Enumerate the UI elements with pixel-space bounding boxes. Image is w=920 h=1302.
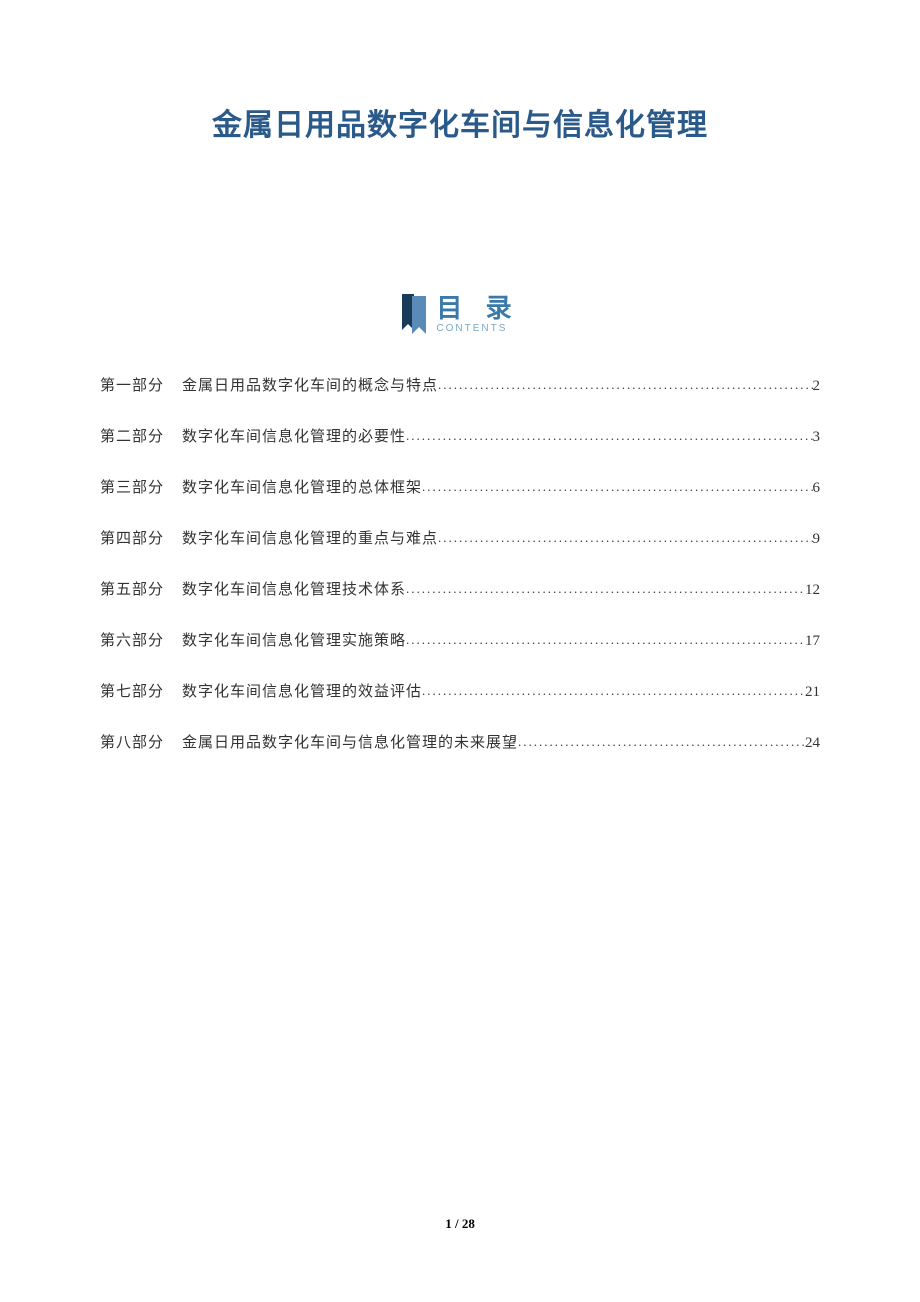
toc-header: 目 录 CONTENTS xyxy=(100,294,820,334)
toc-page-number: 17 xyxy=(805,633,820,650)
page-number: 1 / 28 xyxy=(0,1216,920,1232)
toc-page-number: 6 xyxy=(813,480,821,497)
toc-leader-dots: ........................................… xyxy=(422,479,812,495)
toc-part-label: 第八部分 xyxy=(100,731,164,752)
toc-label-group: 目 录 CONTENTS xyxy=(436,295,519,334)
toc-item[interactable]: 第六部分数字化车间信息化管理实施策略......................… xyxy=(100,629,820,650)
toc-page-number: 24 xyxy=(805,735,820,752)
toc-entry-title: 金属日用品数字化车间与信息化管理的未来展望 xyxy=(182,731,518,752)
toc-page-number: 2 xyxy=(813,378,821,395)
toc-entry-title: 数字化车间信息化管理的必要性 xyxy=(182,425,406,446)
toc-page-number: 21 xyxy=(805,684,820,701)
bookmark-icon xyxy=(400,294,428,334)
toc-leader-dots: ........................................… xyxy=(518,734,805,750)
toc-page-number: 9 xyxy=(813,531,821,548)
toc-leader-dots: ........................................… xyxy=(438,530,812,546)
toc-item[interactable]: 第一部分金属日用品数字化车间的概念与特点....................… xyxy=(100,374,820,395)
toc-part-label: 第三部分 xyxy=(100,476,164,497)
toc-entry-title: 数字化车间信息化管理实施策略 xyxy=(182,629,406,650)
toc-part-label: 第五部分 xyxy=(100,578,164,599)
toc-item[interactable]: 第七部分数字化车间信息化管理的效益评估.....................… xyxy=(100,680,820,701)
document-page: 金属日用品数字化车间与信息化管理 目 录 CONTENTS 第一部分金属日用品数… xyxy=(0,0,920,1302)
toc-item[interactable]: 第四部分数字化车间信息化管理的重点与难点....................… xyxy=(100,527,820,548)
document-title: 金属日用品数字化车间与信息化管理 xyxy=(100,100,820,144)
toc-sublabel: CONTENTS xyxy=(436,323,507,334)
toc-list: 第一部分金属日用品数字化车间的概念与特点....................… xyxy=(100,374,820,752)
toc-part-label: 第四部分 xyxy=(100,527,164,548)
toc-part-label: 第六部分 xyxy=(100,629,164,650)
toc-entry-title: 数字化车间信息化管理技术体系 xyxy=(182,578,406,599)
toc-leader-dots: ........................................… xyxy=(406,632,805,648)
page-sep: / xyxy=(452,1216,462,1231)
toc-entry-title: 数字化车间信息化管理的总体框架 xyxy=(182,476,422,497)
toc-part-label: 第二部分 xyxy=(100,425,164,446)
toc-item[interactable]: 第八部分金属日用品数字化车间与信息化管理的未来展望...............… xyxy=(100,731,820,752)
toc-part-label: 第一部分 xyxy=(100,374,164,395)
toc-part-label: 第七部分 xyxy=(100,680,164,701)
toc-page-number: 3 xyxy=(813,429,821,446)
toc-page-number: 12 xyxy=(805,582,820,599)
toc-leader-dots: ........................................… xyxy=(406,428,812,444)
toc-entry-title: 数字化车间信息化管理的效益评估 xyxy=(182,680,422,701)
toc-entry-title: 数字化车间信息化管理的重点与难点 xyxy=(182,527,438,548)
toc-leader-dots: ........................................… xyxy=(406,581,805,597)
page-total: 28 xyxy=(462,1216,475,1231)
toc-item[interactable]: 第五部分数字化车间信息化管理技术体系......................… xyxy=(100,578,820,599)
toc-entry-title: 金属日用品数字化车间的概念与特点 xyxy=(182,374,438,395)
toc-label: 目 录 xyxy=(436,295,519,321)
toc-item[interactable]: 第二部分数字化车间信息化管理的必要性......................… xyxy=(100,425,820,446)
toc-leader-dots: ........................................… xyxy=(422,683,805,699)
toc-leader-dots: ........................................… xyxy=(438,377,812,393)
toc-item[interactable]: 第三部分数字化车间信息化管理的总体框架.....................… xyxy=(100,476,820,497)
